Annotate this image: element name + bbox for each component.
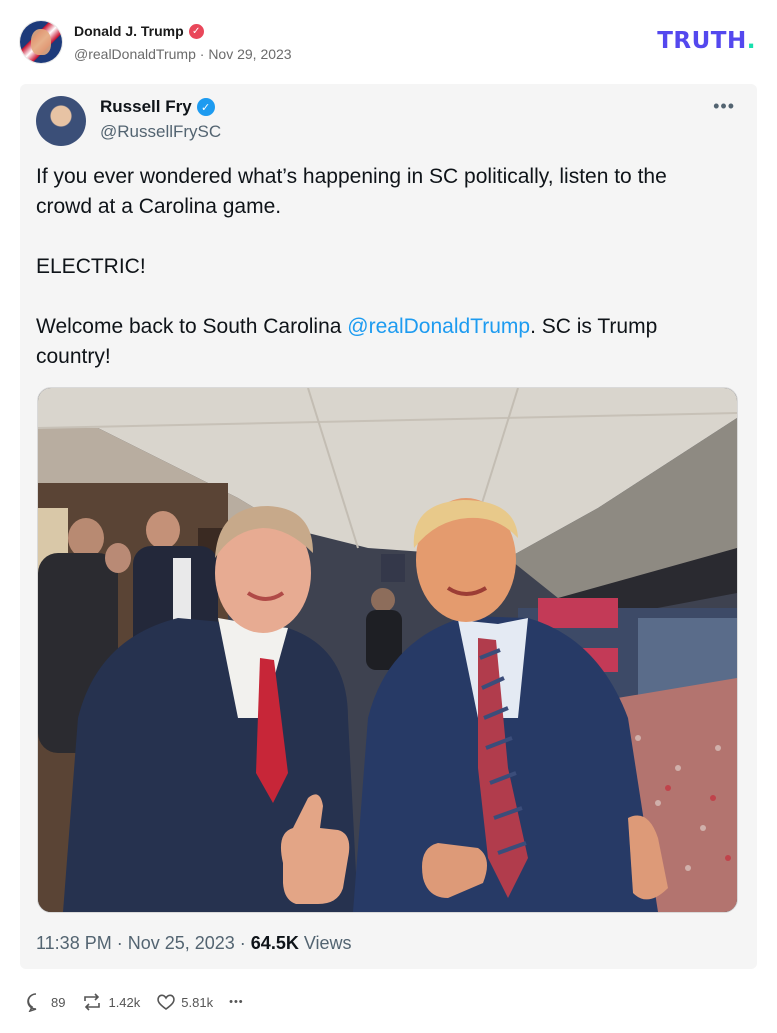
meta-dot: · — [111, 933, 128, 953]
tweet-author-name[interactable]: Russell Fry ✓ — [100, 97, 215, 117]
like-icon — [157, 994, 176, 1010]
reply-button[interactable]: 89 — [26, 992, 65, 1012]
tweet-photo[interactable] — [37, 387, 738, 913]
reply-count: 89 — [51, 994, 66, 1010]
tweet-paragraph-3: Welcome back to South Carolina @realDona… — [36, 312, 726, 372]
retruth-icon — [84, 993, 101, 1011]
tweet-text: If you ever wondered what’s happening in… — [36, 162, 726, 402]
views-label: Views — [303, 933, 352, 953]
post-date[interactable]: Nov 29, 2023 — [208, 46, 291, 62]
author-handle[interactable]: @realDonaldTrump — [74, 46, 196, 62]
like-button[interactable]: 5.81k — [156, 992, 213, 1012]
more-icon[interactable]: ••• — [713, 96, 735, 117]
retruth-button[interactable]: 1.42k — [81, 992, 140, 1012]
verified-badge-icon: ✓ — [196, 98, 215, 116]
truth-logo[interactable]: TRUTH. — [657, 28, 756, 54]
author-name-text[interactable]: Donald J. Trump — [74, 23, 184, 39]
mention-link[interactable]: @realDonaldTrump — [347, 315, 530, 338]
post-header: Donald J. Trump ✓ @realDonaldTrump · Nov… — [0, 0, 777, 80]
like-count: 5.81k — [181, 994, 214, 1010]
tweet-date[interactable]: Nov 25, 2023 — [128, 933, 235, 953]
tweet-text-before: Welcome back to South Carolina — [36, 315, 348, 338]
tweet-author-handle[interactable]: @RussellFrySC — [100, 122, 221, 142]
post-actions: 89 1.42k 5.81k ••• — [26, 991, 244, 1013]
tweet-time[interactable]: 11:38 PM — [36, 933, 112, 953]
tweet-paragraph-2: ELECTRIC! — [36, 255, 146, 278]
tweet-avatar[interactable] — [36, 96, 86, 146]
logo-text: TRUTH — [657, 28, 747, 54]
meta-dot: · — [234, 933, 251, 953]
ellipsis-icon: ••• — [229, 996, 244, 1008]
tweet-meta: 11:38 PM · Nov 25, 2023 · 64.5K Views — [36, 933, 352, 954]
author-meta: @realDonaldTrump · Nov 29, 2023 — [74, 46, 292, 62]
embedded-tweet-card[interactable]: Russell Fry ✓ @RussellFrySC ••• If you e… — [20, 84, 757, 969]
views-count: 64.5K — [250, 933, 299, 953]
photo-illustration — [38, 388, 737, 912]
logo-dot: . — [746, 28, 756, 54]
avatar[interactable] — [20, 21, 62, 63]
reply-icon — [27, 993, 37, 1012]
more-options-button[interactable]: ••• — [229, 996, 244, 1008]
tweet-paragraph-1: If you ever wondered what’s happening in… — [36, 165, 667, 218]
meta-separator: · — [195, 46, 209, 62]
verified-badge-icon: ✓ — [188, 23, 204, 39]
author-name[interactable]: Donald J. Trump ✓ — [74, 23, 204, 39]
retruth-count: 1.42k — [108, 994, 141, 1010]
tweet-author-name-text[interactable]: Russell Fry — [100, 97, 192, 117]
